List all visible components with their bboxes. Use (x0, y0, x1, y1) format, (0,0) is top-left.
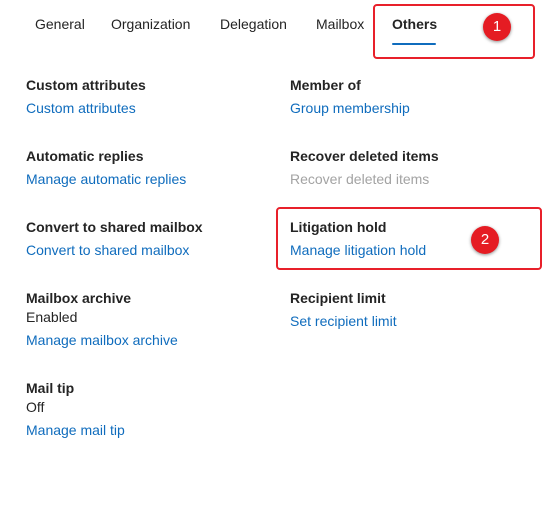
annotation-highlight-others-tab (373, 4, 535, 59)
mail-tip-status: Off (26, 399, 45, 415)
manage-mailbox-archive-link[interactable]: Manage mailbox archive (26, 331, 178, 349)
set-recipient-limit-link[interactable]: Set recipient limit (290, 312, 397, 330)
recipient-limit-section: Recipient limit Set recipient limit (290, 289, 397, 330)
annotation-badge-1: 1 (483, 13, 511, 41)
tab-delegation[interactable]: Delegation (220, 16, 287, 32)
convert-shared-mailbox-title: Convert to shared mailbox (26, 219, 203, 235)
mailbox-archive-status: Enabled (26, 309, 78, 325)
mailbox-archive-section: Mailbox archive Enabled Manage mailbox a… (26, 289, 178, 349)
member-of-section: Member of Group membership (290, 76, 410, 117)
manage-automatic-replies-link[interactable]: Manage automatic replies (26, 170, 186, 188)
recover-deleted-items-title: Recover deleted items (290, 148, 439, 164)
manage-mail-tip-link[interactable]: Manage mail tip (26, 421, 125, 439)
automatic-replies-section: Automatic replies Manage automatic repli… (26, 147, 186, 188)
tab-organization[interactable]: Organization (111, 16, 190, 32)
tab-mailbox[interactable]: Mailbox (316, 16, 364, 32)
mail-tip-section: Mail tip Off Manage mail tip (26, 379, 125, 439)
recipient-limit-title: Recipient limit (290, 290, 386, 306)
custom-attributes-section: Custom attributes Custom attributes (26, 76, 146, 117)
annotation-highlight-litigation-hold (276, 207, 542, 270)
mail-tip-title: Mail tip (26, 380, 75, 396)
custom-attributes-title: Custom attributes (26, 77, 146, 93)
member-of-title: Member of (290, 77, 361, 93)
recover-deleted-items-section: Recover deleted items Recover deleted it… (290, 147, 439, 188)
convert-shared-mailbox-section: Convert to shared mailbox Convert to sha… (26, 218, 203, 259)
custom-attributes-link[interactable]: Custom attributes (26, 99, 146, 117)
group-membership-link[interactable]: Group membership (290, 99, 410, 117)
convert-shared-mailbox-link[interactable]: Convert to shared mailbox (26, 241, 203, 259)
tab-general[interactable]: General (35, 16, 85, 32)
automatic-replies-title: Automatic replies (26, 148, 144, 164)
annotation-badge-2: 2 (471, 226, 499, 254)
recover-deleted-items-link: Recover deleted items (290, 171, 430, 187)
mailbox-archive-title: Mailbox archive (26, 290, 132, 306)
